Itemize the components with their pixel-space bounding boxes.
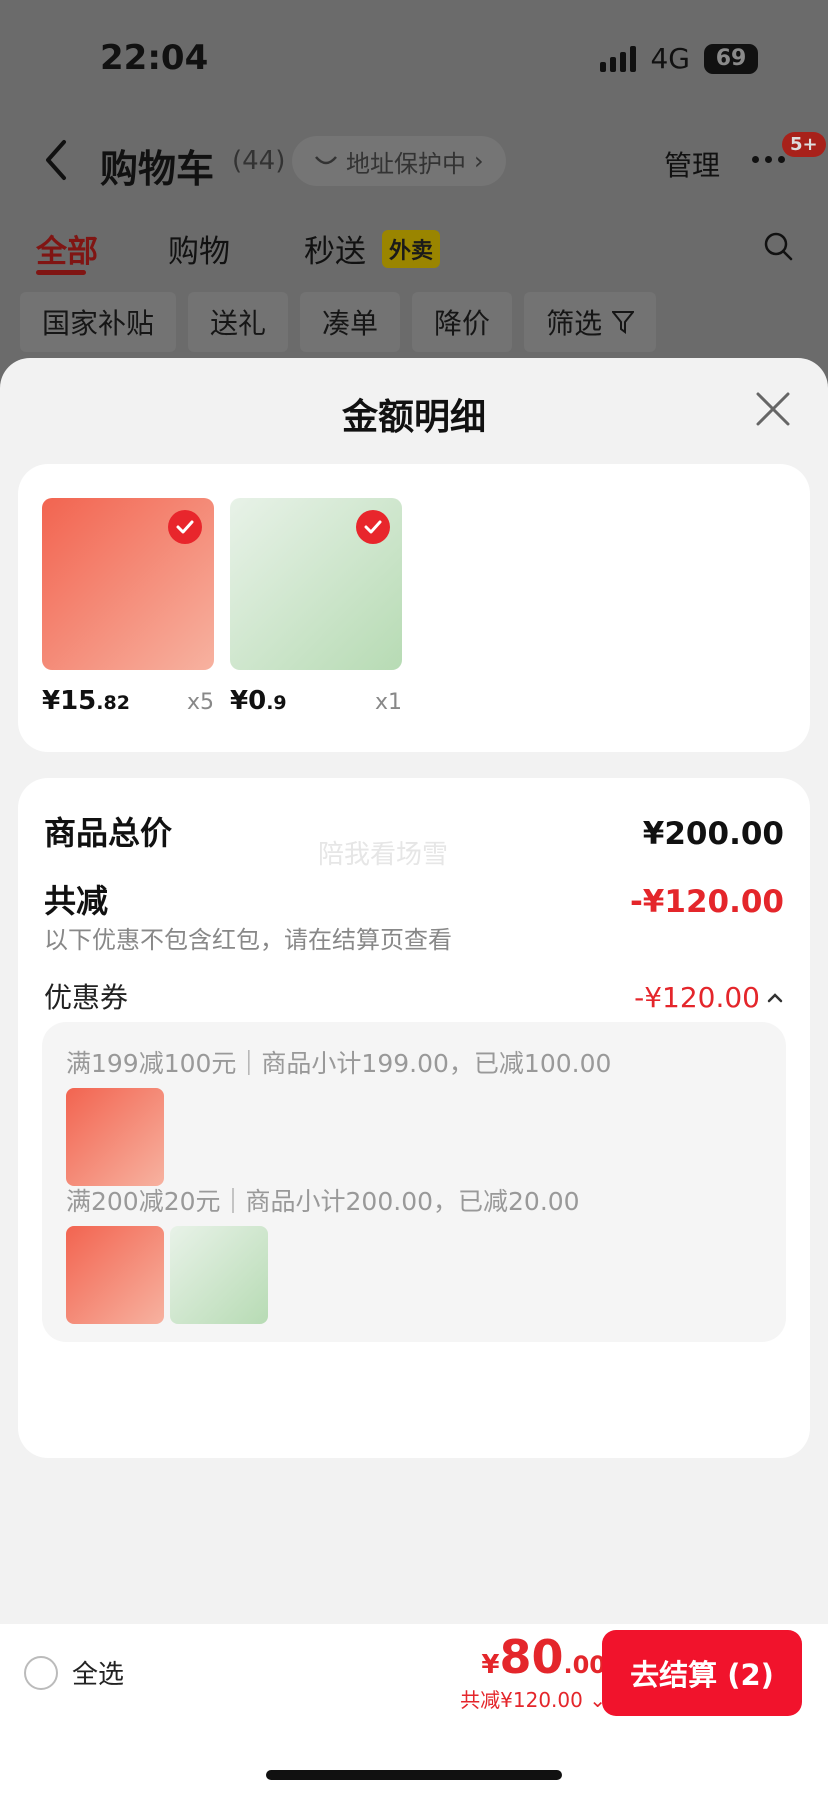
watermark: 陪我看场雪 xyxy=(318,840,449,870)
discount-note: 以下优惠不包含红包，请在结算页查看 xyxy=(44,926,452,954)
close-icon[interactable] xyxy=(754,390,792,428)
status-indicators: 4G 69 xyxy=(600,42,758,75)
total-price-label: 商品总价 xyxy=(44,814,173,852)
filter-row: 国家补贴 送礼 凑单 降价 筛选 xyxy=(20,292,657,352)
discount-label: 共减 xyxy=(44,882,109,920)
filter-gift[interactable]: 送礼 xyxy=(188,292,289,352)
coupon-product-thumb xyxy=(170,1226,268,1324)
filter-button[interactable]: 筛选 xyxy=(524,292,657,352)
checkout-bar: 全选 ¥80.00 共减¥120.00 ⌄ 去结算 (2) xyxy=(0,1624,828,1796)
select-all-toggle[interactable]: 全选 xyxy=(24,1654,124,1691)
takeout-tag: 外卖 xyxy=(382,230,441,268)
total-saved[interactable]: 共减¥120.00 ⌄ xyxy=(460,1684,606,1713)
status-time: 22:04 xyxy=(100,38,209,78)
checked-icon[interactable] xyxy=(356,510,390,544)
product-image-tissue xyxy=(42,498,214,670)
coupon-product-thumb xyxy=(66,1088,164,1186)
product-item[interactable]: ¥15.82 x5 xyxy=(42,498,214,716)
discount-value: -¥120.00 xyxy=(629,884,784,920)
total-amount: ¥80.00 共减¥120.00 ⌄ xyxy=(460,1630,606,1713)
tab-express[interactable]: 秒送 xyxy=(304,226,366,271)
product-image-tape xyxy=(230,498,402,670)
filter-bundle[interactable]: 凑单 xyxy=(300,292,401,352)
selected-products-card: ¥15.82 x5 ¥0.9 x1 xyxy=(18,464,810,752)
checked-icon[interactable] xyxy=(168,510,202,544)
cart-page-background: 22:04 4G 69 购物车 (44) 地址保护中 › 管理 5+ 全部 购物… xyxy=(0,0,828,380)
status-bar: 22:04 4G 69 xyxy=(0,0,828,120)
coupon-rule: 满199减100元｜商品小计199.00，已减100.00 xyxy=(66,1049,612,1078)
tab-bar: 全部 购物 秒送 外卖 xyxy=(0,220,828,290)
product-item[interactable]: ¥0.9 x1 xyxy=(230,498,402,716)
checkout-button[interactable]: 去结算 (2) xyxy=(602,1630,802,1716)
address-chip-label: 地址保护中 xyxy=(346,149,466,178)
tab-shopping[interactable]: 购物 xyxy=(168,226,230,271)
product-quantity: x5 xyxy=(186,690,214,715)
select-all-radio[interactable] xyxy=(24,1655,58,1690)
battery-icon: 69 xyxy=(704,43,758,74)
shield-smile-icon xyxy=(315,156,337,165)
product-price: ¥0.9 xyxy=(230,686,287,716)
chevron-up-icon xyxy=(767,992,783,1002)
total-price-value: ¥200.00 xyxy=(642,816,784,852)
product-price: ¥15.82 xyxy=(42,686,130,716)
total-price: ¥80.00 xyxy=(481,1630,606,1684)
amount-detail-sheet: 金额明细 ¥15.82 x5 ¥0.9 x1 商品总价 ¥200.00 陪我看场… xyxy=(0,358,828,1624)
price-breakdown-card: 商品总价 ¥200.00 陪我看场雪 共减 -¥120.00 以下优惠不包含红包… xyxy=(18,778,810,1458)
back-icon[interactable] xyxy=(40,136,74,184)
filter-national-subsidy[interactable]: 国家补贴 xyxy=(20,292,177,352)
coupon-detail-box: 满199减100元｜商品小计199.00，已减100.00 满200减20元｜商… xyxy=(42,1022,786,1342)
sheet-title: 金额明细 xyxy=(341,397,486,438)
funnel-icon xyxy=(612,311,635,334)
coupon-row[interactable]: 优惠券 -¥120.00 xyxy=(44,976,784,1016)
cart-count: (44) xyxy=(232,146,286,176)
network-type: 4G xyxy=(650,42,690,75)
message-badge: 5+ xyxy=(782,132,826,157)
page-title: 购物车 xyxy=(100,147,215,191)
chevron-right-icon: › xyxy=(474,147,484,175)
discount-row: 共减 -¥120.00 xyxy=(44,876,784,922)
tab-all[interactable]: 全部 xyxy=(36,226,98,271)
signal-icon xyxy=(600,45,637,72)
coupon-product-thumb xyxy=(66,1226,164,1324)
manage-button[interactable]: 管理 xyxy=(664,144,720,184)
address-protection-chip[interactable]: 地址保护中 › xyxy=(292,136,506,186)
coupon-label: 优惠券 xyxy=(44,981,129,1014)
home-indicator xyxy=(266,1770,562,1780)
tab-active-indicator xyxy=(36,270,86,275)
search-icon[interactable] xyxy=(762,230,794,262)
coupon-rule: 满200减20元｜商品小计200.00，已减20.00 xyxy=(66,1187,580,1216)
product-quantity: x1 xyxy=(374,690,402,715)
nav-bar: 购物车 (44) 地址保护中 › 管理 5+ xyxy=(0,120,828,200)
coupon-value[interactable]: -¥120.00 xyxy=(634,981,784,1014)
select-all-label: 全选 xyxy=(72,1660,125,1690)
filter-price-drop[interactable]: 降价 xyxy=(412,292,513,352)
more-icon[interactable] xyxy=(752,156,785,163)
